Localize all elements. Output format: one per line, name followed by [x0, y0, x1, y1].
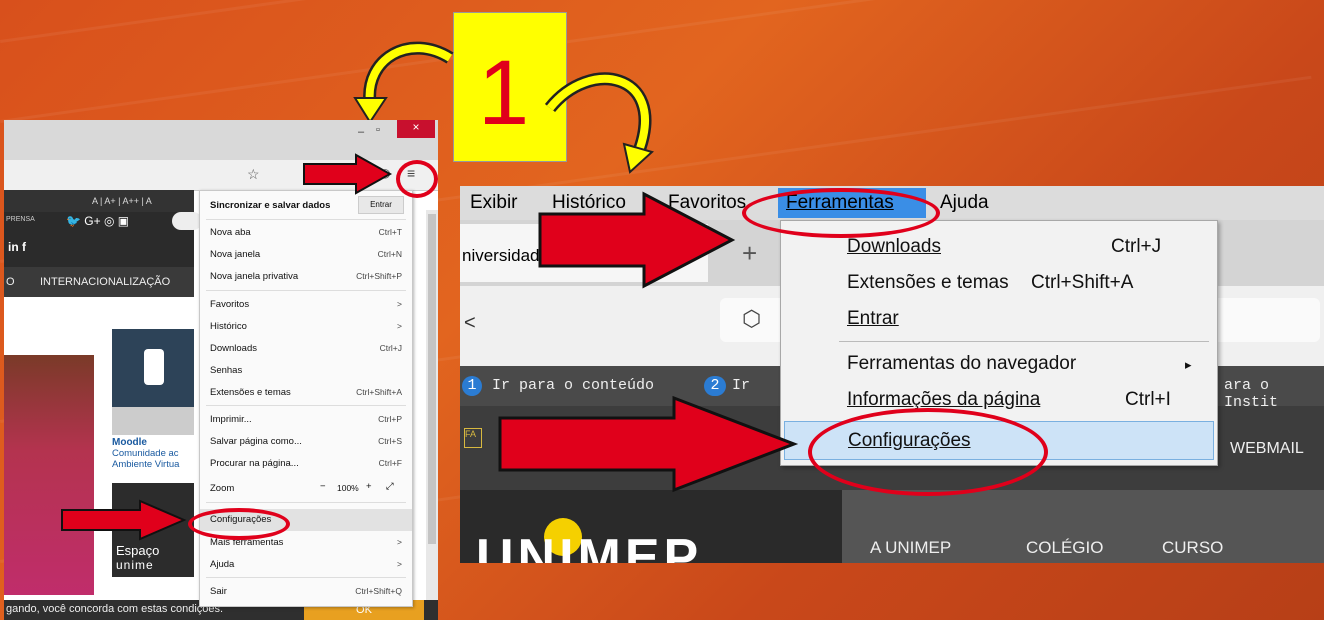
skip-2-badge: 2: [704, 376, 726, 396]
moodle-card-bottom: [112, 407, 194, 435]
menu-exibir[interactable]: Exibir: [470, 192, 518, 214]
back-button[interactable]: <: [464, 312, 476, 335]
menu-item-downloads[interactable]: Downloads Ctrl+J: [200, 338, 412, 358]
moodle-logo[interactable]: [112, 329, 194, 407]
sync-label[interactable]: Sincronizar e salvar dados: [210, 200, 330, 211]
dropdown-extensions[interactable]: Extensões e temas Ctrl+Shift+A: [781, 264, 1211, 301]
webmail-link[interactable]: WEBMAIL: [1230, 440, 1304, 458]
search-pill[interactable]: [172, 212, 202, 230]
cookie-text: gando, você concorda com estas condições…: [6, 603, 224, 615]
site-top-bar: A | A+ | A++ | A: [4, 190, 194, 212]
highlight-hamburger-oval: [396, 160, 438, 198]
menu-item-bookmarks[interactable]: Favoritos >: [200, 294, 412, 314]
menu-item-passwords[interactable]: Senhas: [200, 360, 412, 380]
highlight-settings-oval-right: [808, 408, 1048, 496]
linkedin-facebook-icons[interactable]: in f: [8, 240, 26, 254]
bookmark-star-icon[interactable]: ☆: [247, 166, 260, 183]
menu-item-new-tab[interactable]: Nova aba Ctrl+T: [200, 222, 412, 242]
student-photo: [4, 355, 94, 595]
minimize-button[interactable]: ‒: [358, 126, 364, 138]
main-nav: A UNIMEP COLÉGIO CURSO: [842, 490, 1324, 563]
zoom-out-button[interactable]: −: [320, 481, 326, 492]
dropdown-page-info[interactable]: Informações da página Ctrl+I: [781, 381, 1211, 418]
menu-item-help[interactable]: Ajuda >: [200, 554, 412, 574]
menu-item-zoom: Zoom − 100% + ⤢: [210, 481, 394, 494]
menu-item-extensions[interactable]: Extensões e temas Ctrl+Shift+A: [200, 382, 412, 402]
skip-link-2[interactable]: Ir: [732, 377, 750, 394]
font-size-controls[interactable]: A | A+ | A++ | A: [92, 196, 152, 206]
skip-link-content[interactable]: Ir para o conteúdo: [492, 377, 654, 394]
dropdown-browser-tools[interactable]: Ferramentas do navegador ▸: [781, 345, 1211, 382]
zoom-value[interactable]: 100%: [337, 483, 359, 493]
curved-arrow-left: [353, 41, 454, 124]
menu-item-history[interactable]: Histórico >: [200, 316, 412, 336]
shield-icon[interactable]: ⬡: [742, 306, 761, 332]
highlight-ferramentas-oval: [742, 188, 940, 238]
skip-1-badge: 1: [462, 376, 482, 396]
step-number: 1: [478, 42, 530, 144]
menu-ajuda[interactable]: Ajuda: [940, 192, 989, 214]
moodle-subtitle-2: Ambiente Virtua: [112, 459, 180, 470]
scrollbar[interactable]: [426, 210, 438, 600]
nav-item-partial[interactable]: O: [6, 276, 15, 288]
press-link[interactable]: PRENSA: [6, 216, 35, 223]
nav-item-internacionalizacao[interactable]: INTERNACIONALIZAÇÃO: [40, 276, 170, 288]
fullscreen-icon[interactable]: ⤢: [386, 481, 394, 492]
espaco-text: Espaço: [116, 543, 160, 558]
site-social-bar: PRENSA 🐦 G+ ◎ ▣ in f: [4, 212, 202, 267]
red-arrow-to-hamburger: [303, 153, 393, 195]
menu-item-quit[interactable]: Sair Ctrl+Shift+Q: [200, 581, 412, 601]
menu-item-new-window[interactable]: Nova janela Ctrl+N: [200, 244, 412, 264]
nav-colegio[interactable]: COLÉGIO: [1026, 538, 1103, 558]
menu-item-save-page[interactable]: Salvar página como... Ctrl+S: [200, 431, 412, 451]
close-window-button[interactable]: ×: [397, 120, 435, 138]
nav-a-unimep[interactable]: A UNIMEP: [870, 538, 951, 558]
unimep-small-text: unime: [116, 558, 154, 572]
logo-area: UNIMEP: [460, 490, 842, 563]
menu-item-find[interactable]: Procurar na página... Ctrl+F: [200, 453, 412, 473]
nav-cursos[interactable]: CURSO: [1162, 538, 1223, 558]
menu-item-private-window[interactable]: Nova janela privativa Ctrl+Shift+P: [200, 266, 412, 286]
site-nav: O INTERNACIONALIZAÇÃO: [4, 267, 194, 297]
moodle-subtitle-1: Comunidade ac: [112, 448, 179, 459]
red-arrow-to-settings-right: [498, 395, 799, 493]
left-browser-window: ‒ ▫ × ☆ ◎ ≡ A | A+ | A++ | A PRENSA 🐦 G+…: [4, 120, 438, 620]
curved-arrow-right: [544, 72, 655, 174]
restore-button[interactable]: ▫: [376, 124, 380, 136]
site-content: Moodle Comunidade ac Ambiente Virtua Esp…: [4, 297, 194, 600]
dropdown-sign-in[interactable]: Entrar: [781, 300, 1211, 337]
red-arrow-to-ferramentas: [538, 191, 736, 289]
menu-item-print[interactable]: Imprimir... Ctrl+P: [200, 409, 412, 429]
moodle-title[interactable]: Moodle: [112, 437, 147, 448]
hamburger-menu-panel: Sincronizar e salvar dados Entrar Nova a…: [199, 190, 413, 607]
highlight-settings-oval-left: [188, 508, 290, 540]
sync-sign-in-button[interactable]: Entrar: [358, 196, 404, 214]
zoom-in-button[interactable]: +: [366, 481, 372, 492]
social-icons[interactable]: 🐦 G+ ◎ ▣: [66, 214, 129, 228]
new-tab-button[interactable]: +: [742, 238, 757, 269]
site-logo-icon[interactable]: FA: [464, 428, 482, 448]
red-arrow-to-settings-left: [61, 499, 187, 541]
unimep-logo-text[interactable]: UNIMEP: [476, 528, 702, 563]
